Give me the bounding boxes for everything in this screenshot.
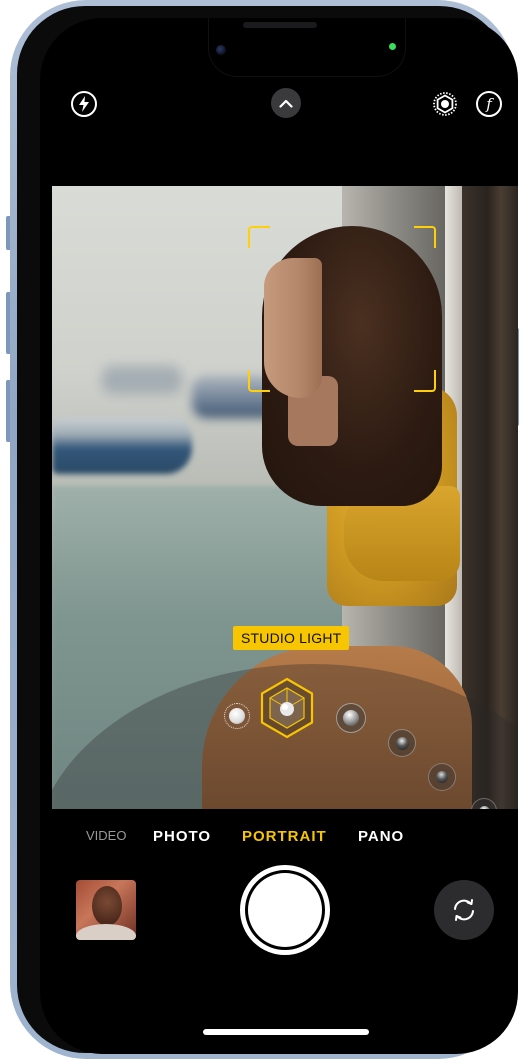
phone-bezel: f STUDIO LIGHT VIDEO PHOTO PORTRAIT PANO xyxy=(17,6,518,1054)
mode-photo[interactable]: PHOTO xyxy=(153,828,211,845)
frame-corner xyxy=(248,226,270,248)
frame-corner xyxy=(414,226,436,248)
frame-corner xyxy=(414,370,436,392)
front-camera xyxy=(216,45,226,55)
bolt-icon xyxy=(71,91,97,117)
depth-control-button[interactable]: f xyxy=(474,89,504,119)
shutter-inner xyxy=(248,873,322,947)
mode-pano[interactable]: PANO xyxy=(358,828,404,845)
natural-light-icon xyxy=(229,708,245,724)
contour-light-icon xyxy=(343,710,359,726)
aperture-icon: f xyxy=(476,91,502,117)
mode-video[interactable]: VIDEO xyxy=(86,828,126,843)
flash-button[interactable] xyxy=(69,89,99,119)
studio-light-cube-icon xyxy=(260,677,314,739)
thumbnail-subject xyxy=(92,886,122,926)
high-key-light-icon xyxy=(478,805,490,809)
frame-corner xyxy=(248,370,270,392)
camera-screen: f STUDIO LIGHT VIDEO PHOTO PORTRAIT PANO xyxy=(40,18,518,1054)
camera-in-use-indicator xyxy=(389,43,396,50)
earpiece-speaker xyxy=(243,22,317,28)
stage-light-mono-icon xyxy=(436,771,448,783)
home-indicator[interactable] xyxy=(203,1029,369,1035)
viewfinder[interactable]: STUDIO LIGHT xyxy=(52,186,518,809)
stage-light-icon xyxy=(395,736,409,750)
background-boat xyxy=(102,366,182,394)
flip-camera-button[interactable] xyxy=(434,880,494,940)
stage-light-mono-option[interactable] xyxy=(428,763,456,791)
face-detection-frame xyxy=(248,226,436,392)
depth-label: f xyxy=(486,94,492,113)
camera-flip-icon xyxy=(454,899,474,921)
lighting-effect-label: STUDIO LIGHT xyxy=(233,626,350,650)
live-photo-icon xyxy=(433,92,457,116)
last-photo-thumbnail[interactable] xyxy=(76,880,136,940)
studio-light-option[interactable] xyxy=(259,676,315,740)
natural-light-option[interactable] xyxy=(224,703,250,729)
thumbnail-subject-shoulder xyxy=(76,924,136,940)
contour-light-option[interactable] xyxy=(336,703,366,733)
chevron-up-icon xyxy=(279,99,293,108)
mode-portrait[interactable]: PORTRAIT xyxy=(242,828,327,845)
stage-light-option[interactable] xyxy=(388,729,416,757)
background-boat xyxy=(52,418,192,474)
expand-controls-button[interactable] xyxy=(271,88,301,118)
live-photo-button[interactable] xyxy=(430,89,460,119)
shutter-button[interactable] xyxy=(240,865,330,955)
